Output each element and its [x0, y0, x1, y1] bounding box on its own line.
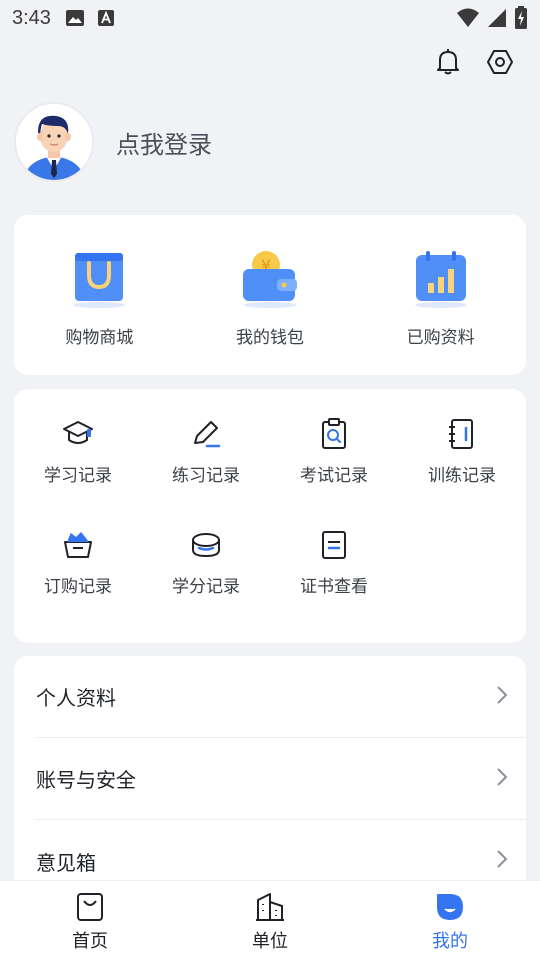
chevron-right-icon: [496, 685, 508, 709]
chevron-right-icon: [496, 849, 508, 873]
shop-item-label: 我的钱包: [236, 328, 304, 348]
bottom-tab-bar: 首页 单位 我的: [0, 880, 540, 960]
profile-header[interactable]: 点我登录: [14, 102, 212, 182]
shop-card: 购物商城 ¥ 我的钱包 已购资料: [14, 215, 526, 375]
tab-label: 首页: [72, 931, 108, 952]
record-label: 训练记录: [428, 466, 496, 486]
record-label: 订购记录: [44, 577, 112, 597]
menu-item-label: 意见箱: [36, 850, 96, 875]
shop-item-purchased[interactable]: 已购资料: [355, 215, 526, 375]
pencil-icon: [189, 417, 223, 451]
chevron-right-icon: [496, 767, 508, 791]
status-bar: 3:43: [0, 0, 540, 36]
record-practice[interactable]: 练习记录: [142, 417, 270, 528]
menu-item-label: 个人资料: [36, 686, 116, 710]
record-order[interactable]: 订购记录: [14, 528, 142, 639]
avatar[interactable]: [14, 102, 94, 182]
menu-item-label: 账号与安全: [36, 768, 136, 792]
notebook-icon: [445, 417, 479, 451]
record-training[interactable]: 训练记录: [398, 417, 526, 528]
tab-mine[interactable]: 我的: [360, 881, 540, 960]
tab-home[interactable]: 首页: [0, 881, 180, 960]
record-credits[interactable]: 学分记录: [142, 528, 270, 639]
signal-icon: [486, 7, 508, 34]
image-icon: [65, 9, 85, 27]
bag-icon: [74, 891, 106, 923]
graduation-cap-icon: [61, 417, 95, 451]
wifi-icon: [456, 7, 480, 34]
building-icon: [254, 891, 286, 923]
records-card: 学习记录 练习记录 考试记录 训练记录 订购记录 学分记录 证书查看: [14, 389, 526, 643]
bell-icon: [435, 48, 461, 80]
battery-charging-icon: [514, 6, 528, 35]
record-exam[interactable]: 考试记录: [270, 417, 398, 528]
tab-label: 单位: [252, 931, 288, 952]
tab-label: 我的: [432, 931, 468, 952]
coins-icon: [189, 528, 223, 562]
record-certificate[interactable]: 证书查看: [270, 528, 398, 639]
shopping-bag-icon: [66, 245, 132, 311]
shop-item-wallet[interactable]: ¥ 我的钱包: [185, 215, 356, 375]
certificate-icon: [317, 528, 351, 562]
shop-item-label: 购物商城: [65, 328, 134, 348]
basket-icon: [61, 528, 95, 562]
record-label: 考试记录: [300, 466, 368, 486]
settings-hexagon-icon: [486, 48, 514, 80]
profile-icon: [434, 891, 466, 923]
record-label: 练习记录: [172, 466, 240, 486]
tab-unit[interactable]: 单位: [180, 881, 360, 960]
record-label: 学分记录: [172, 577, 240, 597]
login-prompt[interactable]: 点我登录: [116, 125, 212, 160]
font-a-icon: [97, 9, 115, 27]
shop-item-label: 已购资料: [406, 328, 475, 348]
status-right-icons: [456, 6, 528, 35]
settings-button[interactable]: [484, 48, 516, 80]
record-label: 证书查看: [300, 577, 368, 597]
top-actions: [432, 48, 516, 80]
wallet-icon: ¥: [237, 245, 303, 311]
notification-button[interactable]: [432, 48, 464, 80]
menu-item-account-security[interactable]: 账号与安全: [36, 738, 526, 820]
shop-item-mall[interactable]: 购物商城: [14, 215, 185, 375]
menu-item-profile[interactable]: 个人资料: [36, 656, 526, 738]
clipboard-search-icon: [317, 417, 351, 451]
status-time: 3:43: [12, 6, 51, 29]
menu-card: 个人资料 账号与安全 意见箱: [14, 656, 526, 896]
calendar-chart-icon: [408, 245, 474, 311]
record-label: 学习记录: [44, 466, 112, 486]
record-study[interactable]: 学习记录: [14, 417, 142, 528]
